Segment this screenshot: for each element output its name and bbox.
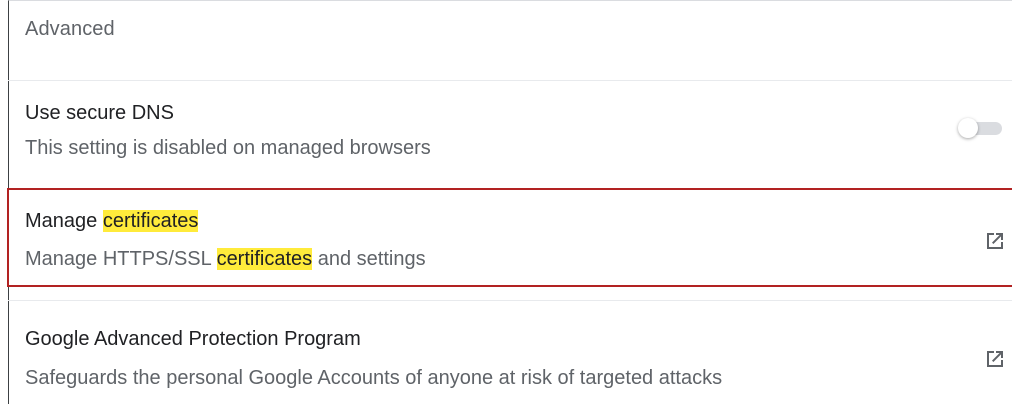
secure-dns-row: Use secure DNS This setting is disabled … [0, 80, 1012, 186]
advanced-protection-subtitle: Safeguards the personal Google Accounts … [25, 367, 723, 389]
external-link-icon[interactable] [984, 348, 1006, 370]
secure-dns-toggle[interactable] [958, 118, 1002, 138]
secure-dns-title: Use secure DNS [25, 102, 174, 124]
settings-page: Advanced Use secure DNS This setting is … [0, 0, 1012, 404]
advanced-protection-title: Google Advanced Protection Program [25, 328, 361, 350]
section-title: Advanced [25, 18, 115, 40]
selection-outline [7, 188, 1012, 287]
secure-dns-subtitle: This setting is disabled on managed brow… [25, 137, 431, 159]
advanced-protection-row[interactable]: Google Advanced Protection Program Safeg… [0, 300, 1012, 404]
toggle-knob [958, 118, 978, 138]
